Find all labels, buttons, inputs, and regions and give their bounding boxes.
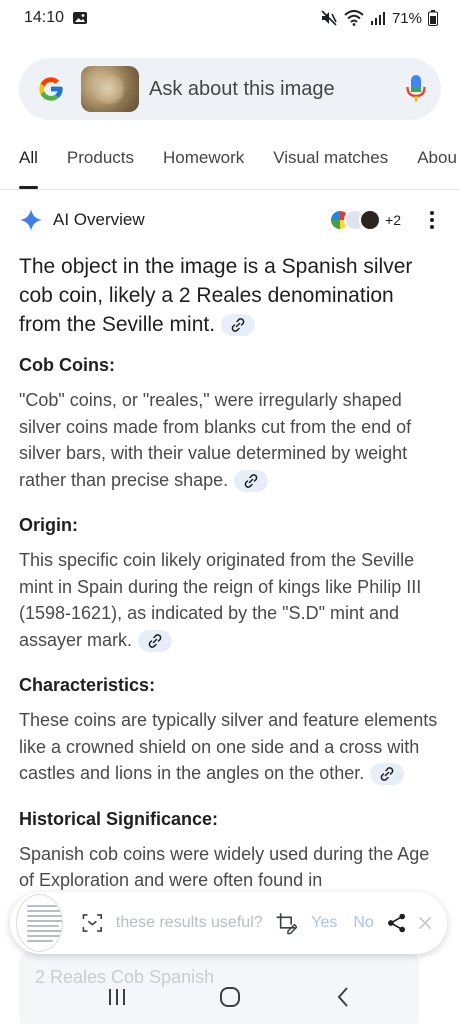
- lead-text: The object in the image is a Spanish sil…: [19, 255, 413, 336]
- system-nav-bar: [0, 970, 460, 1024]
- wifi-icon: [344, 10, 364, 26]
- section-text: "Cob" coins, or "reales," were irregular…: [19, 387, 439, 493]
- tab-all[interactable]: All: [19, 140, 38, 189]
- section-heading: Origin:: [19, 515, 78, 535]
- page-preview-thumbnail[interactable]: [16, 894, 64, 952]
- signal-icon: [370, 12, 385, 25]
- mute-icon: [321, 10, 337, 26]
- search-tabs: All Products Homework Visual matches Abo…: [0, 140, 460, 190]
- status-left: 14:10: [24, 9, 88, 27]
- status-time: 14:10: [24, 9, 65, 26]
- tab-products[interactable]: Products: [67, 140, 134, 189]
- link-icon[interactable]: [234, 469, 269, 492]
- crop-edit-icon[interactable]: [275, 909, 298, 937]
- more-options-icon[interactable]: [423, 209, 441, 231]
- home-icon[interactable]: [215, 982, 245, 1012]
- battery-percent: 71%: [391, 9, 422, 27]
- section-heading: Cob Coins:: [19, 355, 115, 375]
- tab-homework[interactable]: Homework: [163, 140, 244, 189]
- ai-sparkle-icon: [20, 209, 42, 231]
- search-bar[interactable]: Ask about this image: [19, 58, 441, 120]
- section-text: Spanish cob coins were widely used durin…: [19, 843, 430, 891]
- section-heading: Historical Significance:: [19, 808, 219, 829]
- microphone-icon[interactable]: [405, 74, 427, 104]
- section-body: This specific coin likely originated fro…: [19, 550, 422, 650]
- source-avatars[interactable]: +2: [329, 209, 401, 231]
- back-icon[interactable]: [328, 982, 358, 1012]
- link-icon[interactable]: [370, 763, 405, 786]
- tab-visual-matches[interactable]: Visual matches: [273, 140, 388, 189]
- battery-icon: [428, 10, 438, 26]
- share-icon[interactable]: [386, 910, 407, 936]
- close-icon[interactable]: [417, 913, 433, 933]
- section-heading: Characteristics:: [19, 675, 156, 695]
- query-image-thumbnail[interactable]: [81, 66, 139, 112]
- feedback-prompt: these results useful?: [115, 914, 263, 931]
- section-text: These coins are typically silver and fea…: [19, 707, 439, 787]
- link-icon[interactable]: [138, 629, 173, 652]
- google-logo-icon[interactable]: [37, 75, 65, 103]
- section-text: This specific coin likely originated fro…: [19, 547, 439, 653]
- ai-overview-lead: The object in the image is a Spanish sil…: [19, 252, 439, 339]
- screen-capture-icon[interactable]: [81, 909, 104, 937]
- feedback-yes[interactable]: Yes: [311, 914, 337, 932]
- tab-about[interactable]: Abou: [417, 140, 457, 189]
- recent-apps-icon[interactable]: [102, 982, 132, 1012]
- source-avatar[interactable]: [359, 209, 382, 231]
- ai-overview-header: AI Overview +2: [19, 205, 441, 235]
- feedback-bar: these results useful? Yes No: [10, 892, 447, 954]
- feedback-no[interactable]: No: [353, 914, 373, 932]
- search-input[interactable]: Ask about this image: [149, 78, 405, 101]
- ai-overview-title: AI Overview: [53, 210, 145, 229]
- ai-overview-content: The object in the image is a Spanish sil…: [19, 252, 439, 914]
- more-sources-count[interactable]: +2: [385, 212, 401, 228]
- link-icon[interactable]: [221, 314, 256, 337]
- status-bar: 14:10 71%: [0, 0, 460, 36]
- status-right: 71%: [320, 10, 438, 27]
- gallery-notification-icon: [73, 12, 88, 24]
- section-body: "Cob" coins, or "reales," were irregular…: [19, 390, 412, 490]
